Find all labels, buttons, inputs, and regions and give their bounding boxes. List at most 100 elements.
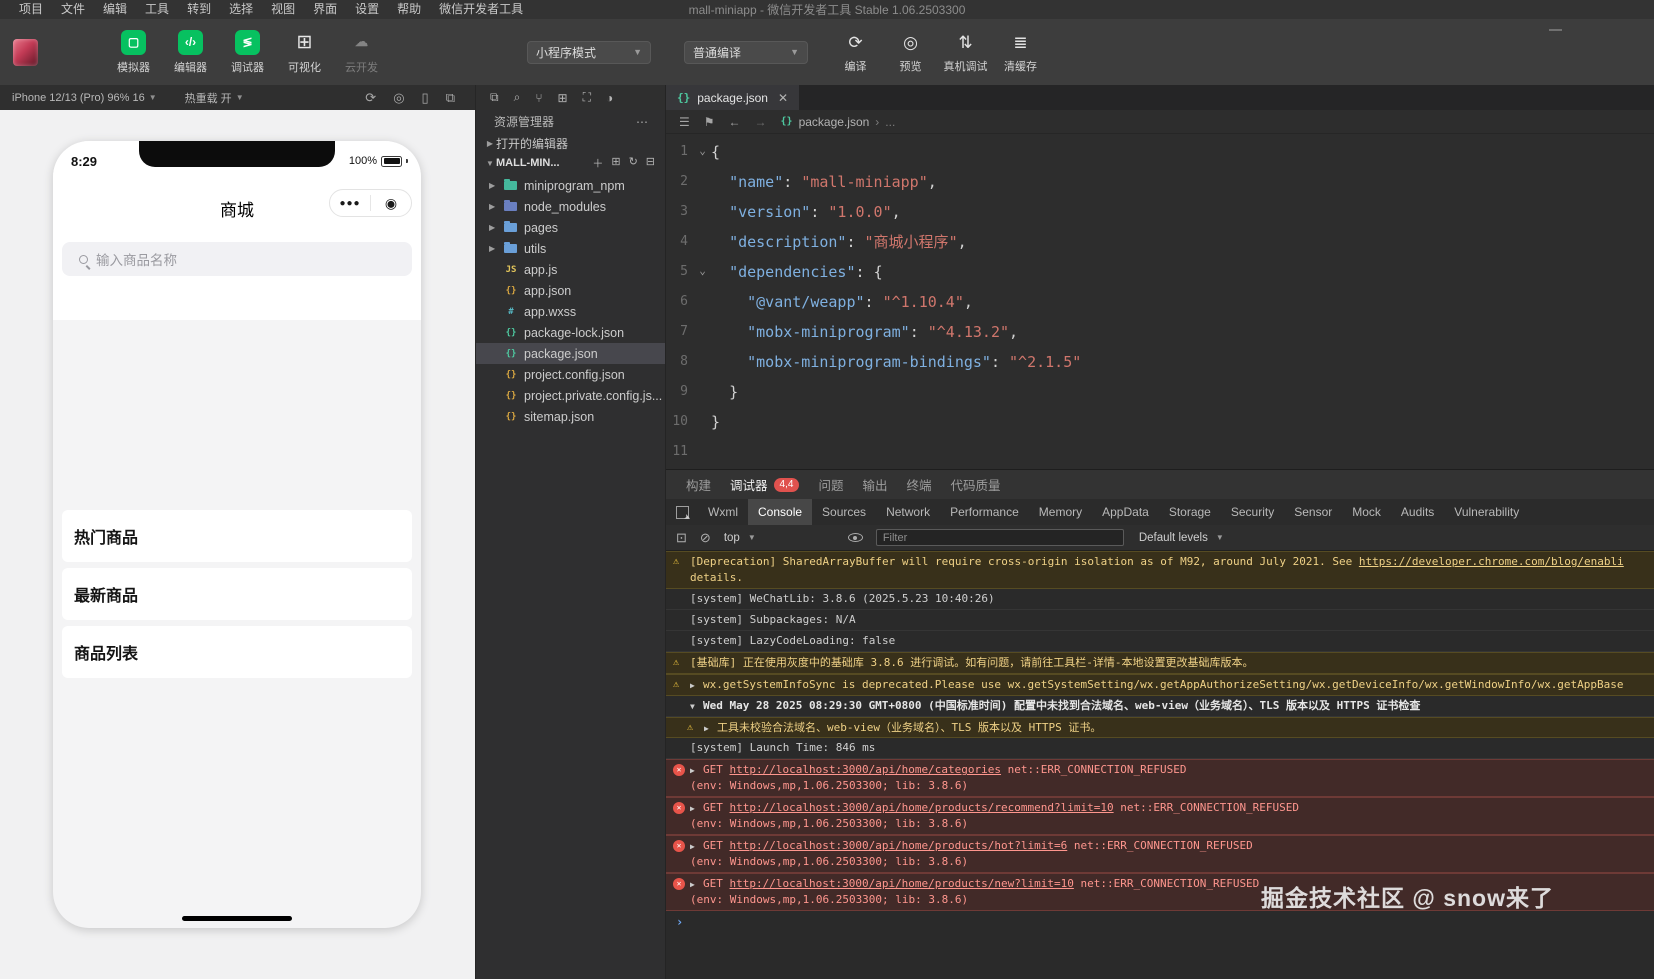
toolbar-preview-button[interactable]: ◎预览 [886, 31, 935, 74]
debug-tab-问题[interactable]: 问题 [818, 475, 843, 494]
menu-item-5[interactable]: 转到 [178, 0, 220, 19]
clear-console-icon[interactable]: ⊘ [700, 530, 711, 546]
inspect-element-icon[interactable] [676, 506, 689, 519]
console-link[interactable]: http://localhost:3000/api/home/products/… [730, 801, 1114, 814]
tree-folder-pages[interactable]: ▶pages [476, 217, 665, 238]
code-editor[interactable]: 1⌄{2 "name": "mall-miniapp",3 "version":… [666, 134, 1654, 469]
search-icon[interactable]: ⌕ [514, 90, 521, 105]
debug-tab-构建[interactable]: 构建 [686, 475, 711, 494]
console-sidebar-icon[interactable]: ⊡ [676, 530, 687, 546]
console-link[interactable]: http://localhost:3000/api/home/products/… [730, 839, 1068, 852]
toolbar-compile-button[interactable]: ⟳编译 [831, 31, 880, 74]
expand-caret-icon[interactable]: ▶ [690, 879, 703, 891]
tree-file-app-js[interactable]: JSapp.js [476, 259, 665, 280]
new-file-icon[interactable]: ＋ [592, 155, 603, 171]
fold-icon[interactable]: ⌄ [694, 137, 711, 167]
debug-tab-调试器[interactable]: 调试器4,4 [730, 475, 799, 494]
tree-file-sitemap-json[interactable]: {}sitemap.json [476, 406, 665, 427]
tree-file-app-json[interactable]: {}app.json [476, 280, 665, 301]
console-log[interactable]: ⚠[Deprecation] SharedArrayBuffer will re… [666, 551, 1654, 979]
outline-icon[interactable]: ☰ [679, 115, 690, 129]
record-icon[interactable]: ◎ [393, 90, 404, 106]
log-levels-select[interactable]: Default levels ▼ [1139, 532, 1224, 544]
toolbar-visualizer-button[interactable]: ⊞可视化 [281, 30, 328, 75]
console-link[interactable]: http://localhost:3000/api/home/categorie… [730, 763, 1002, 776]
pages-icon[interactable]: ⧉ [490, 90, 499, 105]
devtools-tab-storage[interactable]: Storage [1159, 499, 1221, 525]
npm-icon[interactable]: ⛶ [583, 90, 591, 105]
expand-caret-icon[interactable]: ▶ [690, 841, 703, 853]
menu-item-2[interactable]: 文件 [52, 0, 94, 19]
context-select[interactable]: top ▼ [724, 532, 842, 544]
expand-caret-icon[interactable]: ▼ [690, 701, 703, 713]
toolbar-cloud-button[interactable]: ☁云开发 [338, 30, 385, 75]
tree-file-project-private-config-js-[interactable]: {}project.private.config.js... [476, 385, 665, 406]
menu-item-9[interactable]: 设置 [346, 0, 388, 19]
bookmark-icon[interactable]: ⚑ [704, 115, 715, 129]
devtools-tab-memory[interactable]: Memory [1029, 499, 1092, 525]
window-minimize-button[interactable] [1549, 29, 1562, 31]
close-minibar-button[interactable]: ◉ [371, 195, 411, 212]
expand-caret-icon[interactable]: ▶ [690, 765, 703, 777]
menu-item-8[interactable]: 界面 [304, 0, 346, 19]
compile-mode-select[interactable]: 普通编译 ▼ [684, 41, 808, 64]
expand-caret-icon[interactable]: ▶ [690, 803, 703, 815]
multi-window-icon[interactable]: ⧉ [446, 90, 455, 106]
devtools-tab-sensor[interactable]: Sensor [1284, 499, 1342, 525]
debug-tab-输出[interactable]: 输出 [862, 475, 887, 494]
search-bar[interactable]: 输入商品名称 [62, 242, 412, 276]
nav-forward-icon[interactable]: → [755, 115, 767, 129]
console-filter-input[interactable] [876, 529, 1124, 546]
devtools-tab-wxml[interactable]: Wxml [698, 499, 748, 525]
extensions-icon[interactable]: ⊞ [558, 91, 568, 105]
more-actions-icon[interactable]: ⋯ [636, 115, 649, 129]
close-icon[interactable]: ✕ [778, 91, 788, 105]
devtools-tab-network[interactable]: Network [876, 499, 940, 525]
console-prompt[interactable]: › [666, 911, 1654, 931]
device-select[interactable]: iPhone 12/13 (Pro) 96% 16 ▼ [12, 92, 157, 104]
tab-package-json[interactable]: {} package.json ✕ [666, 85, 799, 110]
section-card[interactable]: 最新商品 [62, 568, 412, 620]
console-link[interactable]: https://developer.chrome.com/blog/enabli [1359, 555, 1624, 568]
expand-caret-icon[interactable]: ▶ [690, 680, 703, 692]
nav-back-icon[interactable]: ← [729, 115, 741, 129]
debug-tab-终端[interactable]: 终端 [906, 475, 931, 494]
mode-select[interactable]: 小程序模式 ▼ [527, 41, 651, 64]
tree-file-package-json[interactable]: {}package.json [476, 343, 665, 364]
devtools-tab-mock[interactable]: Mock [1342, 499, 1391, 525]
hot-reload-toggle[interactable]: 热重载 开 ▼ [185, 90, 244, 106]
eye-icon[interactable] [848, 533, 863, 542]
debug-tab-代码质量[interactable]: 代码质量 [950, 475, 1000, 494]
toolbar-debugger-button[interactable]: ≶调试器 [224, 30, 271, 75]
menu-item-11[interactable]: 微信开发者工具 [430, 0, 532, 19]
theme-icon[interactable]: ◑ [606, 91, 613, 105]
devtools-tab-console[interactable]: Console [748, 499, 812, 525]
devtools-tab-security[interactable]: Security [1221, 499, 1284, 525]
toolbar-remote-debug-button[interactable]: ⇅真机调试 [941, 31, 990, 74]
refresh-icon[interactable]: ↻ [629, 155, 638, 171]
menu-item-4[interactable]: 工具 [136, 0, 178, 19]
breadcrumb[interactable]: {} package.json › ... [781, 115, 896, 129]
git-icon[interactable]: ⑂ [535, 91, 542, 105]
devtools-tab-performance[interactable]: Performance [940, 499, 1029, 525]
tree-file-app-wxss[interactable]: #app.wxss [476, 301, 665, 322]
menu-item-3[interactable]: 编辑 [94, 0, 136, 19]
menu-item-1[interactable]: 项目 [10, 0, 52, 19]
tree-file-project-config-json[interactable]: {}project.config.json [476, 364, 665, 385]
collapse-all-icon[interactable]: ⊟ [646, 155, 655, 171]
restart-icon[interactable]: ⟳ [365, 90, 376, 106]
more-menu-button[interactable]: ●●● [330, 198, 370, 209]
toolbar-editor-button[interactable]: ‹/›编辑器 [167, 30, 214, 75]
fold-icon[interactable]: ⌄ [694, 257, 711, 287]
tree-folder-node-modules[interactable]: ▶node_modules [476, 196, 665, 217]
section-card[interactable]: 热门商品 [62, 510, 412, 562]
new-folder-icon[interactable]: ⊞ [611, 155, 620, 171]
tree-file-package-lock-json[interactable]: {}package-lock.json [476, 322, 665, 343]
project-root-row[interactable]: ▼ MALL-MIN... ＋ ⊞ ↻ ⊟ [476, 153, 665, 173]
menu-item-7[interactable]: 视图 [262, 0, 304, 19]
devtools-tab-sources[interactable]: Sources [812, 499, 876, 525]
device-frame-icon[interactable]: ▯ [422, 90, 429, 106]
toolbar-simulator-button[interactable]: ▢模拟器 [110, 30, 157, 75]
toolbar-clear-cache-button[interactable]: ≣清缓存 [996, 31, 1045, 74]
menu-item-10[interactable]: 帮助 [388, 0, 430, 19]
